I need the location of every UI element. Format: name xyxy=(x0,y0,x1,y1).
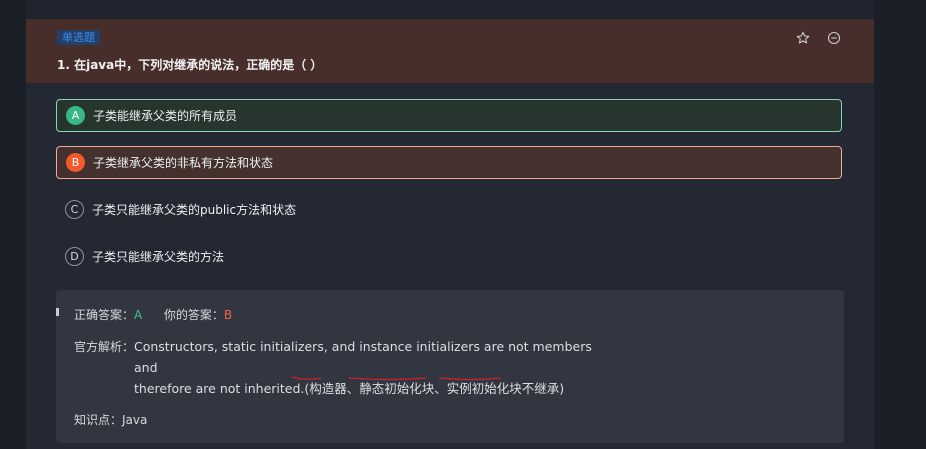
question-header: 单选题 1. 在java中，下列对继承的说法，正确的是（ ） xyxy=(26,19,874,83)
knowledge-row: 知识点：Java xyxy=(74,411,147,428)
option-text-a: 子类能继承父类的所有成员 xyxy=(93,109,238,123)
question-type-badge: 单选题 xyxy=(57,30,100,45)
option-c[interactable]: C 子类只能继承父类的public方法和状态 xyxy=(56,193,842,226)
option-letter-a: A xyxy=(66,106,85,125)
option-text-d: 子类只能继承父类的方法 xyxy=(92,250,225,264)
minus-circle-icon[interactable] xyxy=(827,30,841,45)
option-text-b: 子类继承父类的非私有方法和状态 xyxy=(93,156,274,170)
option-a[interactable]: A 子类能继承父类的所有成员 xyxy=(56,99,842,132)
option-text-c: 子类只能继承父类的public方法和状态 xyxy=(92,203,297,217)
option-letter-c: C xyxy=(65,200,84,219)
option-letter-d: D xyxy=(65,247,84,266)
option-letter-b: B xyxy=(66,153,85,172)
question-panel: 单选题 1. 在java中，下列对继承的说法，正确的是（ ） A 子类能继承父类… xyxy=(26,0,874,449)
question-title: 1. 在java中，下列对继承的说法，正确的是（ ） xyxy=(57,58,323,72)
handwritten-underline-annotation xyxy=(291,376,502,381)
knowledge-value[interactable]: Java xyxy=(122,413,147,427)
knowledge-label: 知识点： xyxy=(74,413,123,427)
option-b[interactable]: B 子类继承父类的非私有方法和状态 xyxy=(56,146,842,179)
top-strip xyxy=(26,0,874,19)
answer-analysis-box: 正确答案：A 你的答案：B 官方解析： Constructors, static… xyxy=(56,290,844,443)
star-icon[interactable] xyxy=(796,30,810,44)
option-d[interactable]: D 子类只能继承父类的方法 xyxy=(56,240,842,273)
